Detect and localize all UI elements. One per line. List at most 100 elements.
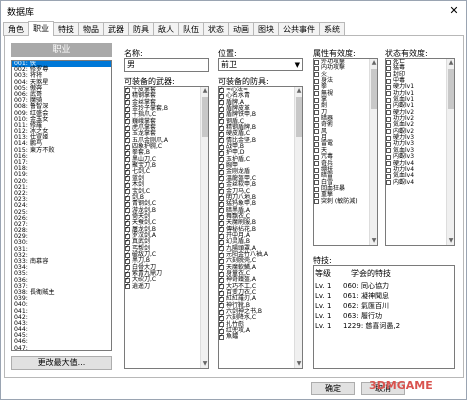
checkbox[interactable] — [314, 129, 319, 135]
tab-enemies[interactable]: 敌人 — [153, 22, 179, 36]
scrollbar[interactable]: ▲ ▼ — [369, 59, 377, 245]
tab-animations[interactable]: 动画 — [228, 22, 254, 36]
list-item[interactable]: 047: — [12, 345, 111, 350]
checkbox[interactable] — [386, 129, 391, 135]
checkbox[interactable] — [386, 97, 391, 103]
state-list[interactable]: 死亡 猛毒 封印 中毒 硬力lv1 功力lv1 気血lv1 内觀lv1 硬力lv2 功力lv2 気血… — [385, 58, 455, 246]
scroll-up-icon[interactable]: ▲ — [447, 59, 454, 67]
checkbox[interactable] — [314, 91, 319, 97]
scroll-thumb[interactable] — [448, 69, 454, 109]
checkbox[interactable] — [386, 142, 391, 148]
checkbox[interactable] — [314, 72, 319, 78]
checkbox[interactable] — [386, 154, 391, 160]
checkbox[interactable] — [219, 333, 224, 341]
change-max-button[interactable]: 更改最大值... — [11, 356, 112, 370]
checkbox[interactable] — [314, 148, 319, 154]
tab-actors[interactable]: 角色 — [3, 22, 29, 36]
scroll-thumb[interactable] — [202, 97, 208, 137]
checkbox[interactable] — [314, 97, 319, 103]
scroll-thumb[interactable] — [371, 69, 377, 109]
scrollbar[interactable]: ▲ ▼ — [294, 87, 302, 368]
list-item[interactable]: 突刺 (敏防減) — [314, 198, 377, 205]
checkbox[interactable] — [314, 173, 319, 179]
checkbox[interactable] — [314, 135, 319, 141]
skill-name: 1229: 慈喜诃愚,2 — [343, 322, 401, 330]
checkbox[interactable] — [386, 104, 391, 110]
tab-system[interactable]: 系统 — [319, 22, 345, 36]
checkbox[interactable] — [314, 110, 319, 116]
scroll-down-icon[interactable]: ▼ — [201, 360, 208, 368]
checkbox[interactable] — [386, 85, 391, 91]
checkbox[interactable] — [386, 59, 391, 65]
checkbox[interactable] — [314, 192, 319, 198]
checkbox[interactable] — [314, 78, 319, 84]
skill-level: Lv. 1 — [315, 292, 332, 300]
list-item-label: 魚鐺 — [226, 333, 239, 341]
tab-skills[interactable]: 特技 — [53, 22, 79, 36]
scroll-down-icon[interactable]: ▼ — [447, 237, 454, 245]
tab-troops[interactable]: 队伍 — [178, 22, 204, 36]
scroll-up-icon[interactable]: ▲ — [295, 87, 302, 95]
list-item[interactable]: 内觀lv4 — [386, 179, 454, 186]
checkbox[interactable] — [386, 78, 391, 84]
scrollbar[interactable]: ▲ ▼ — [446, 59, 454, 245]
checkbox[interactable] — [314, 186, 319, 192]
tab-weapons[interactable]: 武器 — [103, 22, 129, 36]
tab-common-events[interactable]: 公共事件 — [278, 22, 320, 36]
checkbox[interactable] — [386, 135, 391, 141]
skill-row[interactable]: Lv. 1 063: 履行功 — [315, 311, 445, 321]
checkbox[interactable] — [314, 66, 319, 72]
checkbox[interactable] — [314, 167, 319, 173]
checkbox[interactable] — [386, 91, 391, 97]
skill-row[interactable]: Lv. 1 062: 氣匯百川 — [315, 301, 445, 311]
checkbox[interactable] — [386, 116, 391, 122]
list-item[interactable]: 魚鐺 — [219, 333, 302, 341]
checkbox[interactable] — [314, 116, 319, 122]
checkbox[interactable] — [314, 85, 319, 91]
skill-row[interactable]: Lv. 1 061: 凝神聞息 — [315, 291, 445, 301]
armor-checklist[interactable]: ≈心法≈心名水青盾牌,A盾牌皮革盾牌铁甲,B钢盾,C精钢盾牌,B硬皮盾,C情比金… — [218, 86, 303, 369]
checkbox[interactable] — [386, 173, 391, 179]
checkbox[interactable] — [314, 154, 319, 160]
checkbox[interactable] — [386, 110, 391, 116]
checkbox[interactable] — [125, 282, 130, 290]
checkbox[interactable] — [386, 161, 391, 167]
scrollbar[interactable]: ▲ ▼ — [200, 87, 208, 368]
checkbox[interactable] — [386, 123, 391, 129]
skill-name: 063: 履行功 — [343, 312, 382, 320]
checkbox[interactable] — [314, 180, 319, 186]
list-item[interactable]: 逍遥刀 — [125, 282, 208, 290]
tab-classes[interactable]: 职业 — [28, 21, 54, 36]
chevron-down-icon: ▼ — [294, 61, 300, 69]
checkbox[interactable] — [386, 180, 391, 186]
attr-list[interactable]: 外功攻擊 内功攻擊火身法拳無視掌劍刀暗器 奇術风月雷電天咒毒 奇兵 绷扶 暗雷 白雪 回血狂暴… — [313, 58, 378, 246]
scroll-down-icon[interactable]: ▼ — [370, 237, 377, 245]
weapon-checklist[interactable]: 牛皮掌套精钢掌套金丝掌套金玲子掌套,B十指爪,C巍峨掌套虎爪掌套玉龙掌套五爪金刚… — [124, 86, 209, 369]
position-select[interactable]: 前卫 ▼ — [218, 58, 303, 71]
skill-row[interactable]: Lv. 1 1229: 慈喜诃愚,2 — [315, 321, 445, 331]
checkbox[interactable] — [314, 123, 319, 129]
skill-level: Lv. 1 — [315, 282, 332, 290]
ok-button[interactable]: 确定 — [311, 382, 355, 395]
checkbox[interactable] — [386, 148, 391, 154]
checkbox[interactable] — [386, 66, 391, 72]
close-icon[interactable]: ✕ — [446, 3, 462, 19]
checkbox[interactable] — [386, 167, 391, 173]
checkbox[interactable] — [386, 72, 391, 78]
class-list[interactable]: 001: 侠 002: 修罗尊 003: 将将 004: 天煞星 005: 傲奔 006:… — [11, 60, 112, 351]
scroll-thumb[interactable] — [296, 97, 302, 137]
scroll-up-icon[interactable]: ▲ — [201, 87, 208, 95]
tab-states[interactable]: 状态 — [203, 22, 229, 36]
scroll-down-icon[interactable]: ▼ — [295, 360, 302, 368]
checkbox[interactable] — [314, 59, 319, 65]
checkbox[interactable] — [314, 161, 319, 167]
name-field[interactable]: 男 — [124, 58, 209, 72]
checkbox[interactable] — [314, 142, 319, 148]
tab-items[interactable]: 物品 — [78, 22, 104, 36]
tab-tilesets[interactable]: 图块 — [253, 22, 279, 36]
scroll-up-icon[interactable]: ▲ — [370, 59, 377, 67]
skill-row[interactable]: Lv. 1 060: 同心協力 — [315, 281, 445, 291]
tab-armors[interactable]: 防具 — [128, 22, 154, 36]
checkbox[interactable] — [314, 104, 319, 110]
checkbox[interactable] — [314, 199, 319, 205]
